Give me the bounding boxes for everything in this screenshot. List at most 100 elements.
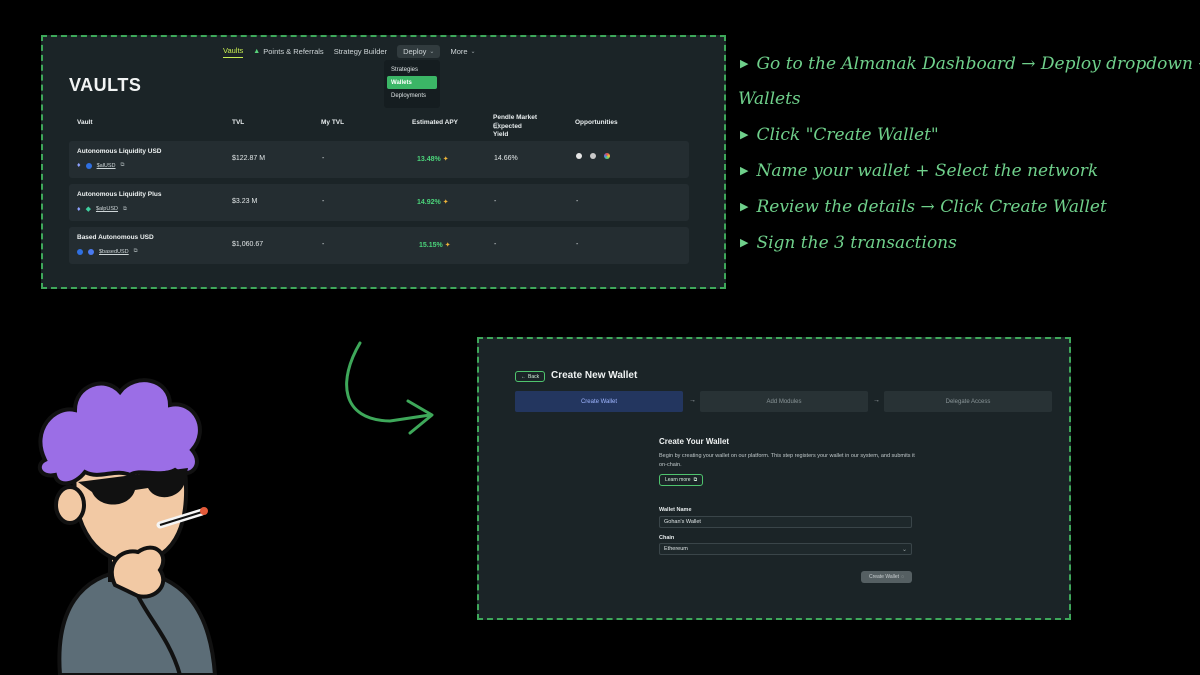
nav-more[interactable]: More ⌄	[450, 45, 475, 58]
opportunity-icons	[576, 153, 616, 160]
my-tvl-value: -	[322, 155, 325, 162]
col-opportunities: Opportunities	[575, 119, 618, 126]
gem-icon: ◆	[85, 206, 91, 213]
bullet-icon: ▶	[740, 128, 749, 141]
tvl-value: $1,060.67	[232, 241, 264, 248]
chain-select[interactable]: Ethereum ⌄	[659, 543, 912, 555]
chain-value: Ethereum	[664, 546, 688, 552]
bullet-icon: ▶	[740, 236, 749, 249]
opportunities-value: -	[576, 198, 579, 205]
apy-value: 15.15%	[419, 242, 443, 249]
col-pendle-line1: Pendle Market	[493, 114, 538, 121]
sparkle-icon: ✦	[444, 242, 451, 249]
wallet-name-input[interactable]: Gohan's Wallet	[659, 516, 912, 528]
wallet-name-value: Gohan's Wallet	[664, 519, 701, 525]
arrow-right-icon: →	[689, 397, 696, 404]
chevron-down-icon: ⌄	[470, 48, 476, 55]
menu-item-strategies[interactable]: Strategies	[387, 63, 437, 76]
copy-icon[interactable]: ⧉	[121, 162, 125, 169]
sparkle-icon: ✦	[442, 199, 449, 206]
instruction-text: Review the details → Click Create Wallet	[756, 197, 1107, 217]
points-icon: ▲	[253, 47, 261, 55]
vault-token-row: ♦ $alUSD ⧉	[77, 162, 124, 169]
step-add-modules: Add Modules	[700, 391, 868, 412]
base-chain-icon	[77, 248, 83, 255]
table-row[interactable]: Based Autonomous USD $basedUSD ⧉ $1,060.…	[69, 227, 689, 264]
bullet-icon: ▶	[740, 57, 749, 70]
bullet-icon: ▶	[740, 200, 749, 213]
table-row[interactable]: Autonomous Liquidity Plus ♦ ◆ $alpUSD ⧉ …	[69, 184, 689, 221]
step-delegate-access: Delegate Access	[884, 391, 1052, 412]
col-vault: Vault	[77, 119, 93, 126]
col-tvl: TVL	[232, 119, 245, 126]
vault-name: Autonomous Liquidity USD	[77, 148, 162, 155]
nav-vaults[interactable]: Vaults	[223, 44, 244, 58]
menu-item-wallets[interactable]: Wallets	[387, 76, 437, 89]
pendle-yield-value: -	[494, 241, 497, 248]
chain-icon	[85, 162, 92, 169]
protocol-icon[interactable]	[576, 153, 582, 160]
instruction-text: Name your wallet + Select the network	[756, 161, 1099, 181]
chain-label: Chain	[659, 535, 675, 541]
bullet-icon: ▶	[740, 164, 749, 177]
pendle-yield-value: -	[494, 198, 497, 205]
vault-token-link[interactable]: $basedUSD	[99, 249, 129, 255]
nav-strategy-builder[interactable]: Strategy Builder	[334, 45, 387, 58]
nav-more-label: More	[450, 46, 468, 56]
nav-deploy[interactable]: Deploy ⌄	[397, 44, 441, 58]
external-link-icon: ⧉	[693, 477, 698, 483]
tvl-value: $122.87 M	[232, 155, 266, 162]
opportunities-value: -	[576, 241, 579, 248]
nav-deploy-label: Deploy	[403, 46, 427, 56]
back-label: Back	[528, 373, 540, 380]
col-estimated-apy: Estimated APY	[412, 119, 458, 126]
menu-item-deployments[interactable]: Deployments	[387, 89, 437, 102]
curved-arrow-icon	[345, 341, 434, 435]
protocol-icon[interactable]	[589, 153, 596, 160]
spinner-icon: ◌	[901, 574, 905, 580]
my-tvl-value: -	[322, 241, 325, 248]
apy-cell: 15.15% ✦	[419, 241, 451, 249]
top-nav: Vaults ▲ Points & Referrals Strategy Bui…	[223, 43, 476, 59]
cartoon-character-illustration	[37, 378, 218, 675]
form-description: Begin by creating your wallet on our pla…	[659, 453, 915, 468]
vault-token-row: ♦ ◆ $alpUSD ⧉	[77, 205, 127, 214]
ethereum-icon: ♦	[77, 205, 81, 213]
tvl-value: $3.23 M	[232, 198, 258, 205]
vault-token-link[interactable]: $alpUSD	[96, 206, 118, 212]
pendle-yield-value: 14.66%	[494, 155, 518, 162]
arrow-right-icon: →	[873, 397, 880, 404]
create-wallet-button[interactable]: Create Wallet ◌	[861, 571, 912, 583]
back-button[interactable]: ← Back	[515, 371, 546, 382]
apy-cell: 13.48% ✦	[417, 155, 449, 163]
instruction-step: ▶ Click "Create Wallet"	[740, 117, 1200, 153]
protocol-icon[interactable]	[603, 153, 610, 160]
vault-name: Based Autonomous USD	[77, 234, 154, 241]
my-tvl-value: -	[322, 198, 325, 205]
sparkle-icon: ✦	[442, 156, 449, 163]
copy-icon[interactable]: ⧉	[123, 206, 127, 213]
table-header: Vault TVL My TVL Estimated APY Pendle Ma…	[69, 114, 689, 138]
instruction-step: ▶ Review the details → Click Create Walle…	[740, 189, 1200, 225]
vault-token-link[interactable]: $alUSD	[97, 163, 116, 169]
instruction-step: ▶ Name your wallet + Select the network	[740, 153, 1200, 189]
chain-icon	[88, 248, 94, 255]
page-title: VAULTS	[69, 75, 142, 95]
instruction-text: Go to the Almanak Dashboard → Deploy dro…	[756, 54, 1200, 74]
info-icon[interactable]: ⓘ	[493, 123, 500, 131]
copy-icon[interactable]: ⧉	[134, 248, 138, 255]
page-title: Create New Wallet	[551, 370, 638, 381]
nav-points-label: Points & Referrals	[263, 46, 324, 56]
instruction-text: Sign the 3 transactions	[756, 233, 957, 253]
learn-more-button[interactable]: Learn more ⧉	[659, 474, 704, 486]
table-row[interactable]: Autonomous Liquidity USD ♦ $alUSD ⧉ $122…	[69, 141, 689, 178]
instruction-continuation: Wallets	[738, 89, 801, 109]
instruction-list: ▶ Go to the Almanak Dashboard → Deploy dr…	[738, 46, 1200, 261]
deploy-dropdown-menu: Strategies Wallets Deployments	[384, 60, 440, 108]
create-wallet-screenshot: ← Back Create New Wallet Create Wallet →…	[477, 337, 1071, 620]
instruction-text: Click "Create Wallet"	[756, 125, 939, 145]
learn-more-label: Learn more	[665, 477, 691, 483]
apy-cell: 14.92% ✦	[417, 198, 449, 206]
create-wallet-label: Create Wallet	[868, 574, 900, 580]
nav-points-referrals[interactable]: ▲ Points & Referrals	[253, 45, 323, 58]
